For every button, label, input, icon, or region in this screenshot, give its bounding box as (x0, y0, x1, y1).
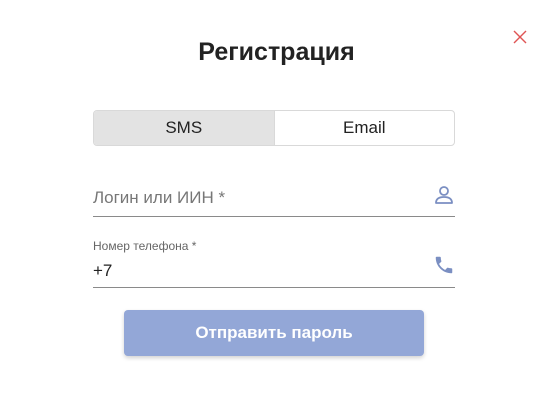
send-password-button[interactable]: Отправить пароль (124, 310, 424, 356)
phone-field: Номер телефона * (93, 236, 455, 288)
dialog-title: Регистрация (198, 38, 355, 66)
tab-sms[interactable]: SMS (94, 111, 274, 145)
user-icon (433, 184, 455, 206)
phone-input[interactable] (93, 261, 413, 281)
login-field (93, 178, 455, 217)
login-input[interactable] (93, 188, 413, 208)
phone-label: Номер телефона * (93, 239, 197, 253)
phone-icon (433, 254, 455, 276)
tab-email[interactable]: Email (273, 111, 455, 145)
auth-method-tabs: SMS Email (93, 110, 455, 146)
